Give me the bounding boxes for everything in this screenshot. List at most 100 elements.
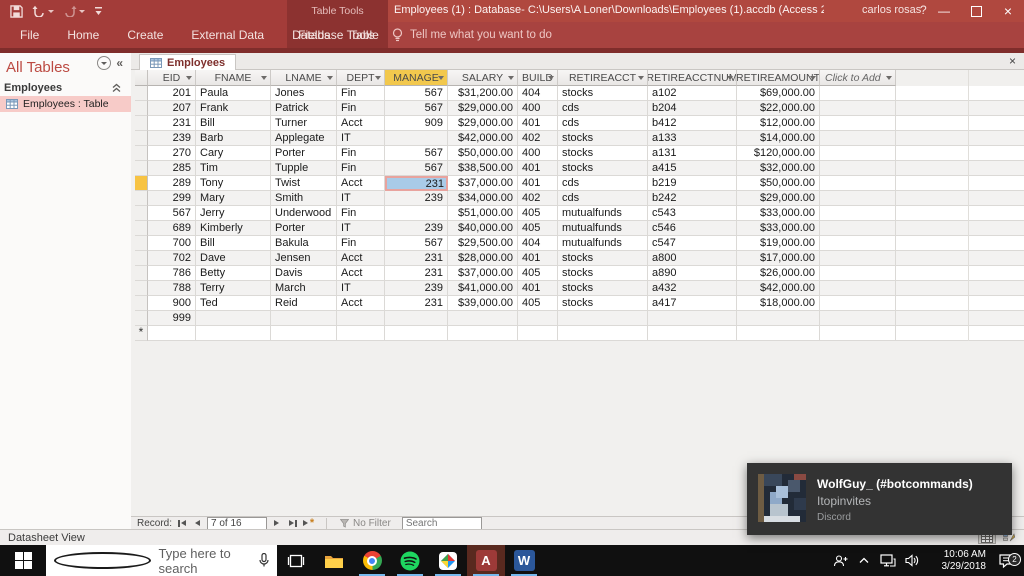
cell[interactable]: $120,000.00 (737, 146, 820, 161)
cell[interactable]: 231 (385, 251, 448, 266)
nav-menu-icon[interactable] (97, 56, 111, 70)
cell[interactable]: Acct (337, 116, 385, 131)
cell[interactable]: Tim (196, 161, 271, 176)
cell[interactable]: Tony (196, 176, 271, 191)
cell[interactable]: 239 (385, 281, 448, 296)
cell[interactable]: Smith (271, 191, 337, 206)
cell[interactable] (337, 311, 385, 326)
cell[interactable]: 405 (518, 221, 558, 236)
cell[interactable]: 900 (148, 296, 196, 311)
cell[interactable]: stocks (558, 161, 648, 176)
cell[interactable]: stocks (558, 296, 648, 311)
cell[interactable] (820, 296, 896, 311)
cell[interactable]: stocks (558, 86, 648, 101)
sort-filter-arrow-icon[interactable] (638, 76, 644, 80)
cell[interactable]: $29,000.00 (737, 191, 820, 206)
record-selector[interactable] (135, 296, 148, 311)
cell[interactable] (518, 311, 558, 326)
cell[interactable] (820, 281, 896, 296)
cell[interactable]: 299 (148, 191, 196, 206)
cell[interactable] (271, 326, 337, 341)
record-selector[interactable] (135, 221, 148, 236)
cell[interactable]: $69,000.00 (737, 86, 820, 101)
cell[interactable]: $26,000.00 (737, 266, 820, 281)
cell[interactable]: 231 (385, 296, 448, 311)
cell[interactable]: stocks (558, 146, 648, 161)
cell[interactable]: $51,000.00 (448, 206, 518, 221)
people-icon[interactable] (828, 554, 852, 568)
cell[interactable] (448, 326, 518, 341)
cell[interactable]: Davis (271, 266, 337, 281)
column-header-build[interactable]: BUILD (518, 70, 558, 86)
cell[interactable]: Acct (337, 176, 385, 191)
account-user-name[interactable]: carlos rosas (862, 4, 921, 16)
cell[interactable] (737, 311, 820, 326)
cell[interactable]: 231 (385, 266, 448, 281)
cell[interactable]: a800 (648, 251, 737, 266)
show-hidden-icons-icon[interactable] (852, 557, 876, 564)
record-selector[interactable] (135, 311, 148, 326)
cell[interactable]: 788 (148, 281, 196, 296)
next-record-button[interactable] (270, 518, 283, 529)
sort-filter-arrow-icon[interactable] (810, 76, 816, 80)
cell[interactable]: $37,000.00 (448, 266, 518, 281)
column-header-retireacctnum[interactable]: RETIREACCTNUM (648, 70, 737, 86)
tab-table[interactable]: Table (340, 28, 389, 42)
cell[interactable]: $32,000.00 (737, 161, 820, 176)
cell[interactable]: $41,000.00 (448, 281, 518, 296)
cell[interactable]: $18,000.00 (737, 296, 820, 311)
volume-icon[interactable] (900, 554, 924, 567)
chrome-button[interactable] (353, 545, 391, 576)
first-record-button[interactable] (175, 518, 188, 529)
cell[interactable]: 400 (518, 101, 558, 116)
cell[interactable]: a890 (648, 266, 737, 281)
cell[interactable] (558, 311, 648, 326)
cell[interactable]: Jensen (271, 251, 337, 266)
cell[interactable]: stocks (558, 281, 648, 296)
record-selector[interactable] (135, 101, 148, 116)
cell[interactable] (337, 326, 385, 341)
cell[interactable] (558, 326, 648, 341)
minimize-button[interactable]: — (928, 0, 960, 22)
cell[interactable] (820, 161, 896, 176)
cell[interactable]: cds (558, 176, 648, 191)
cell[interactable]: Porter (271, 221, 337, 236)
cell[interactable]: b204 (648, 101, 737, 116)
cell[interactable] (820, 146, 896, 161)
cell[interactable]: Bakula (271, 236, 337, 251)
cell[interactable]: 401 (518, 176, 558, 191)
cell[interactable]: $33,000.00 (737, 206, 820, 221)
cell[interactable]: Betty (196, 266, 271, 281)
tab-fields[interactable]: Fields (288, 28, 340, 42)
sort-filter-arrow-icon[interactable] (727, 76, 733, 80)
record-selector[interactable] (135, 116, 148, 131)
cell[interactable]: 405 (518, 206, 558, 221)
file-explorer-button[interactable] (315, 545, 353, 576)
cell[interactable]: Acct (337, 296, 385, 311)
cell[interactable]: IT (337, 281, 385, 296)
cell[interactable] (148, 326, 196, 341)
cell[interactable]: 239 (385, 191, 448, 206)
cell[interactable]: 567 (385, 146, 448, 161)
cell[interactable]: 401 (518, 116, 558, 131)
cell[interactable]: 689 (148, 221, 196, 236)
record-search-input[interactable] (402, 517, 482, 530)
maximize-button[interactable] (960, 0, 992, 22)
cell[interactable]: b242 (648, 191, 737, 206)
record-selector[interactable] (135, 206, 148, 221)
cell[interactable]: Jerry (196, 206, 271, 221)
cell[interactable]: 402 (518, 131, 558, 146)
record-selector[interactable] (135, 176, 148, 191)
cell[interactable]: 700 (148, 236, 196, 251)
cell[interactable]: 567 (148, 206, 196, 221)
cell[interactable] (820, 101, 896, 116)
cell[interactable] (196, 326, 271, 341)
cell[interactable]: mutualfunds (558, 206, 648, 221)
record-selector[interactable]: * (135, 326, 148, 341)
cell[interactable]: $28,000.00 (448, 251, 518, 266)
record-selector[interactable] (135, 146, 148, 161)
cell[interactable]: Patrick (271, 101, 337, 116)
cell[interactable] (737, 326, 820, 341)
save-icon[interactable] (10, 5, 23, 18)
network-icon[interactable] (876, 554, 900, 567)
